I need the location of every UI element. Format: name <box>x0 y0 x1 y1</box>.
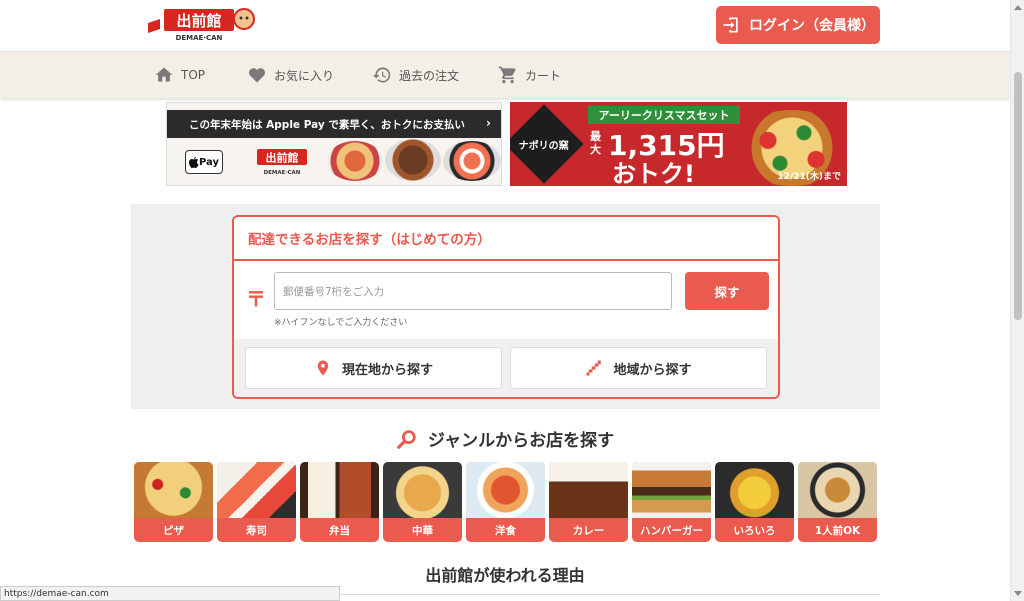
genre-bento[interactable]: 弁当 <box>300 462 379 542</box>
otoku-label: おトク! <box>612 160 695 186</box>
current-location-button[interactable]: 現在地から探す <box>245 347 502 389</box>
status-url: https://demae-can.com <box>4 588 109 599</box>
svg-text:出前館: 出前館 <box>266 151 299 165</box>
genre-western[interactable]: 洋食 <box>466 462 545 542</box>
christmas-tag: アーリークリスマスセット <box>588 106 740 124</box>
svg-text:DEMAE·CAN: DEMAE·CAN <box>264 170 301 176</box>
food-image <box>385 139 441 181</box>
genre-list: ピザ 寿司 弁当 中華 洋食 カレー ハンバーガー いろいろ 1人前OK <box>134 462 880 542</box>
history-icon <box>372 67 391 83</box>
page-scrollbar[interactable] <box>1010 0 1024 601</box>
genre-label: 1人前OK <box>814 524 861 537</box>
pay-label: Pay <box>198 156 220 168</box>
hamburger-photo <box>632 462 711 518</box>
chevron-right-icon: › <box>486 116 491 130</box>
genre-sushi[interactable]: 寿司 <box>217 462 296 542</box>
scroll-up-icon[interactable] <box>1014 5 1022 10</box>
postal-code-placeholder: 郵便番号7桁をご入力 <box>283 285 385 298</box>
apple-icon <box>188 157 199 168</box>
japan-map-icon <box>586 360 602 376</box>
genre-curry[interactable]: カレー <box>549 462 628 542</box>
svg-text:DEMAE·CAN: DEMAE·CAN <box>176 34 223 42</box>
genre-hamburger[interactable]: ハンバーガー <box>632 462 711 542</box>
nav-label: TOP <box>181 68 206 82</box>
apple-pay-logo: Pay <box>185 150 223 174</box>
brand-label: ナポリの窯 <box>519 140 569 152</box>
search-icon <box>397 429 416 449</box>
search-button[interactable]: 探す <box>685 272 769 310</box>
curry-photo <box>549 462 628 518</box>
region-search-button[interactable]: 地域から探す <box>510 347 767 389</box>
store-search-card: 配達できるお店を探す（はじめての方） 〒 郵便番号7桁をご入力 探す ※ハイフン… <box>232 215 780 399</box>
genre-various[interactable]: いろいろ <box>715 462 794 542</box>
western-food-photo <box>466 462 545 518</box>
applepay-banner[interactable]: この年末年始は Apple Pay で素早く、おトクにお支払い › Pay 出前… <box>166 102 502 186</box>
udon-photo <box>798 462 877 518</box>
postal-mark-icon: 〒 <box>246 287 266 311</box>
genre-label: 弁当 <box>329 524 350 537</box>
postal-hint: ※ハイフンなしでご入力ください <box>274 318 408 328</box>
login-icon <box>723 17 738 33</box>
genre-label: カレー <box>572 524 605 537</box>
login-button[interactable]: ログイン（会員様） <box>716 6 880 44</box>
bento-photo <box>300 462 379 518</box>
genre-chinese[interactable]: 中華 <box>383 462 462 542</box>
genre-single-serving[interactable]: 1人前OK <box>798 462 877 542</box>
genre-heading: ジャンルからお店を探す <box>0 426 1010 451</box>
genre-label: 寿司 <box>246 524 267 537</box>
demae-can-small-logo: 出前館 DEMAE·CAN <box>249 147 313 177</box>
heart-icon <box>248 68 266 83</box>
deadline-label: 12/21(木)まで <box>777 172 841 182</box>
genre-label: いろいろ <box>733 524 776 537</box>
region-label: 地域から探す <box>613 362 692 378</box>
nav-item-history[interactable]: 過去の注文 <box>372 52 459 98</box>
pizza-photo <box>134 462 213 518</box>
food-image <box>327 141 383 181</box>
nav-label: 過去の注文 <box>399 68 460 83</box>
login-label: ログイン（会員様） <box>749 18 875 34</box>
postal-code-input[interactable]: 郵便番号7桁をご入力 <box>274 272 672 310</box>
search-title: 配達できるお店を探す（はじめての方） <box>234 217 778 261</box>
chinese-food-photo <box>383 462 462 518</box>
svg-text:出前館: 出前館 <box>176 12 221 30</box>
nav-item-favorites[interactable]: お気に入り <box>247 52 334 98</box>
christmas-set-banner[interactable]: ナポリの窯 アーリークリスマスセット 最大 1,315円 おトク! 12/21(… <box>510 102 847 186</box>
genre-pizza[interactable]: ピザ <box>134 462 213 542</box>
location-options: 現在地から探す 地域から探す <box>234 339 778 397</box>
various-food-photo <box>715 462 794 518</box>
genre-label: ハンバーガー <box>640 524 703 537</box>
max-label: 最大 <box>590 130 601 156</box>
demae-can-logo[interactable]: 出前館 DEMAE·CAN <box>146 5 258 43</box>
scroll-down-icon[interactable] <box>1014 591 1022 596</box>
applepay-headline: この年末年始は Apple Pay で素早く、おトクにお支払い <box>189 118 465 131</box>
applepay-banner-strip: この年末年始は Apple Pay で素早く、おトクにお支払い › <box>167 110 501 138</box>
nav-item-top[interactable]: TOP <box>154 52 205 98</box>
sushi-photo <box>217 462 296 518</box>
browser-status-bar: https://demae-can.com <box>0 586 340 601</box>
home-icon <box>155 67 173 82</box>
map-pin-icon <box>317 360 329 376</box>
nav-label: お気に入り <box>274 68 335 83</box>
genre-label: ピザ <box>163 524 184 537</box>
nav-item-cart[interactable]: カート <box>498 52 561 98</box>
cart-icon <box>498 66 516 84</box>
food-image <box>443 141 501 181</box>
main-nav: TOP お気に入り 過去の注文 カート <box>0 52 1010 98</box>
genre-title: ジャンルからお店を探す <box>427 431 615 451</box>
nav-label: カート <box>525 68 562 83</box>
napoli-brand-logo: ナポリの窯 <box>510 104 584 184</box>
page: 出前館 DEMAE·CAN ログイン（会員様） TOP お気に入り 過去の注文 … <box>0 0 1024 601</box>
genre-label: 洋食 <box>495 524 516 537</box>
top-header: 出前館 DEMAE·CAN ログイン（会員様） <box>0 0 1010 52</box>
reasons-heading: 出前館が使われる理由 <box>425 566 585 585</box>
current-location-label: 現在地から探す <box>341 362 433 378</box>
scrollbar-thumb[interactable] <box>1014 72 1022 320</box>
genre-label: 中華 <box>412 524 433 537</box>
